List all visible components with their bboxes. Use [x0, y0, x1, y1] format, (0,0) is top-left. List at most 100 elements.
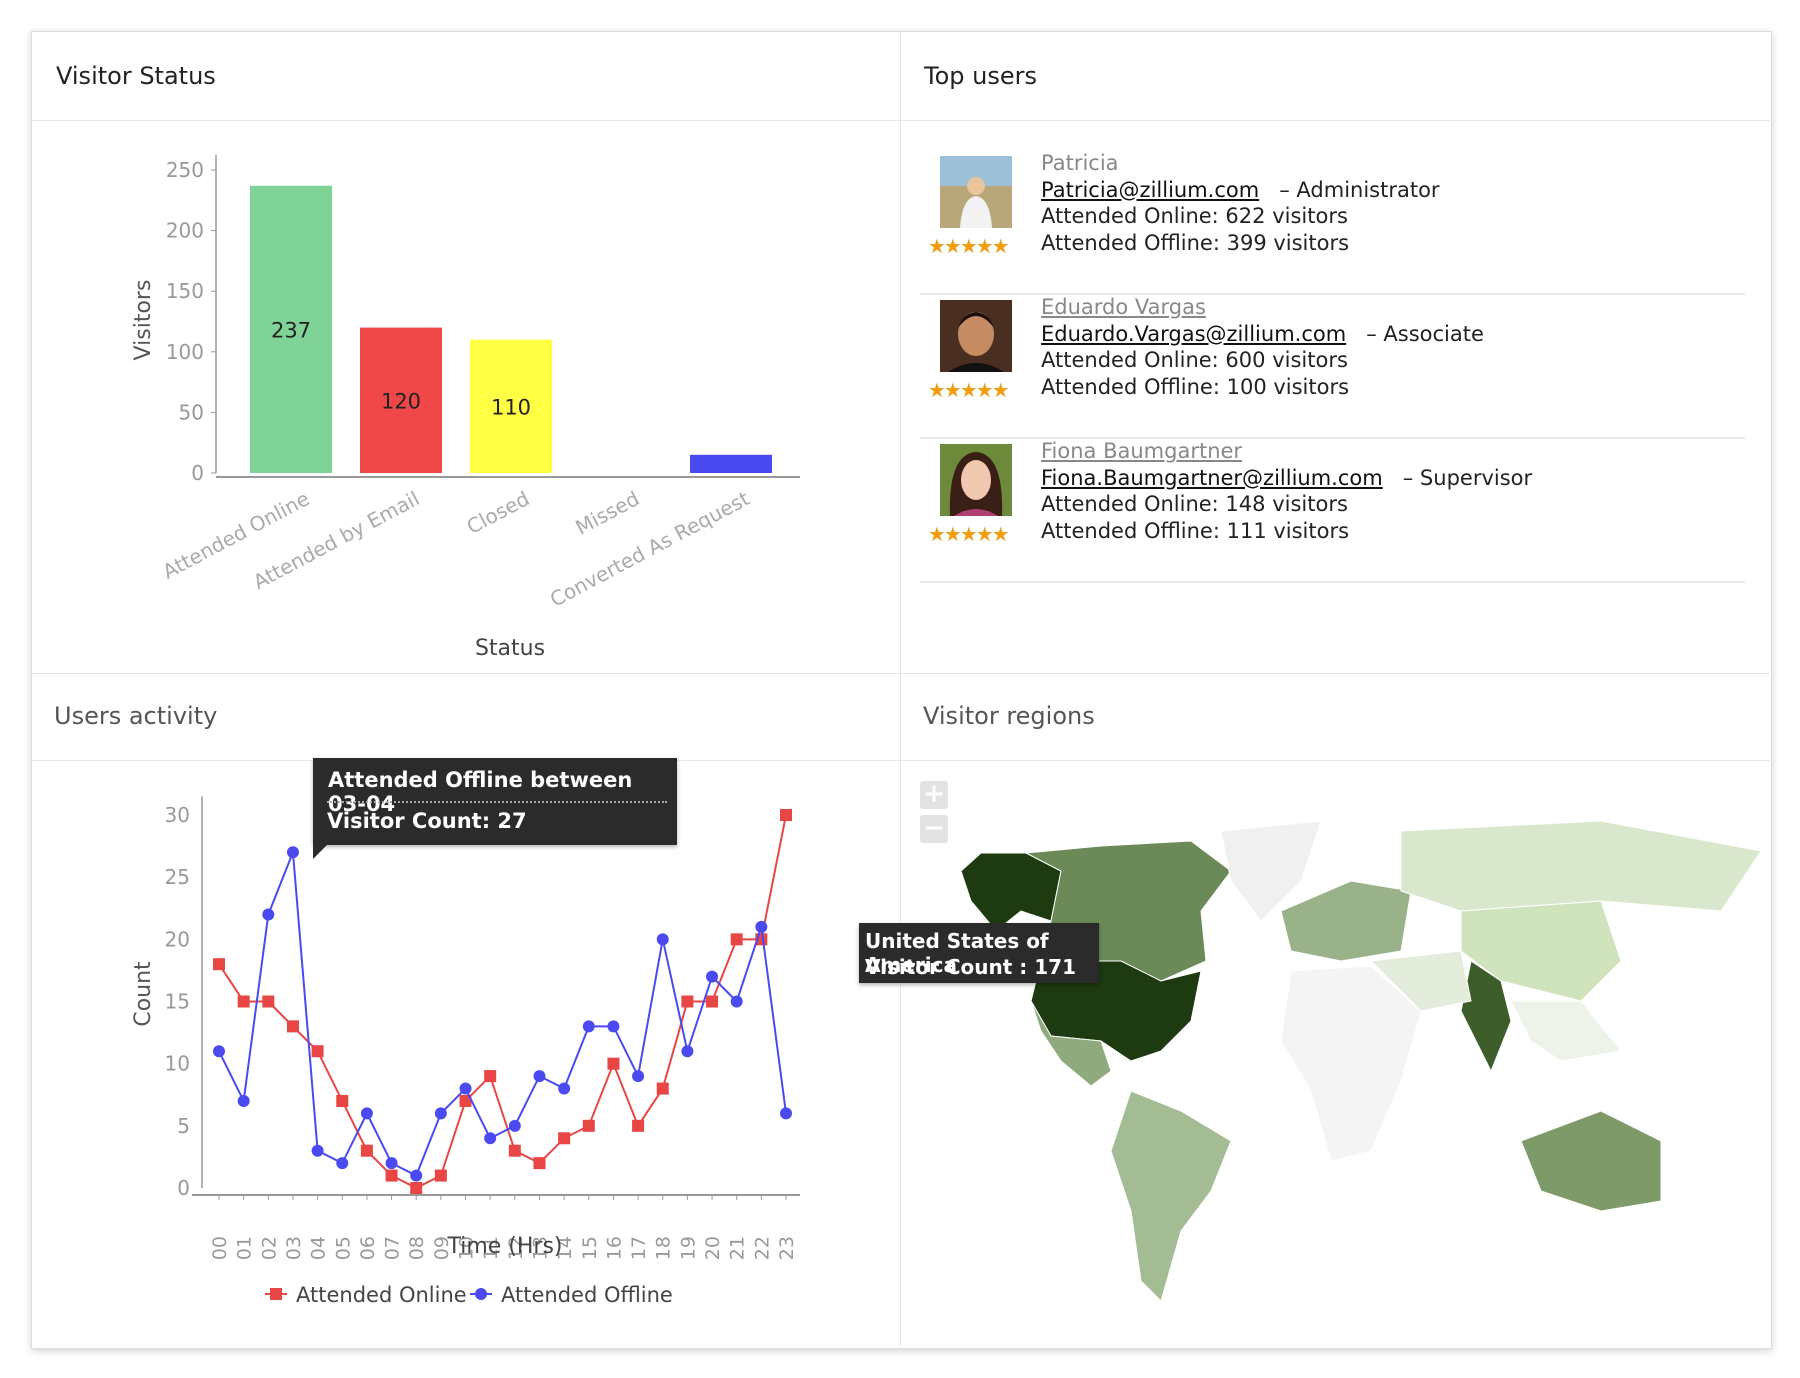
data-point	[730, 995, 743, 1008]
user-avatar[interactable]	[940, 156, 1012, 228]
data-point	[385, 1169, 398, 1182]
attended-offline: Attended Offline: 100 visitors	[1041, 374, 1350, 399]
x-tick-label: 15	[579, 1236, 601, 1260]
legend-marker	[475, 1288, 487, 1300]
map-region-europe	[1280, 880, 1412, 962]
top-user-item: ★★★★★ Patricia Patricia@zillium.com – Ad…	[920, 150, 1745, 295]
x-tick-label: 03	[283, 1236, 305, 1260]
data-point	[632, 1070, 645, 1083]
y-tick-label: 25	[165, 865, 190, 889]
data-point	[681, 995, 694, 1008]
user-name: Patricia	[1041, 151, 1119, 175]
world-map[interactable]	[901, 761, 1769, 1346]
map-region-south-america	[1110, 1090, 1232, 1302]
x-tick-label: 06	[357, 1236, 379, 1260]
data-point	[360, 1144, 373, 1157]
user-email-link[interactable]: Patricia@zillium.com	[1041, 178, 1259, 202]
data-point	[213, 1045, 225, 1058]
data-point	[360, 1107, 373, 1120]
attended-offline: Attended Offline: 399 visitors	[1041, 230, 1350, 255]
map-region-southeast-asia	[1510, 1000, 1622, 1062]
data-point	[262, 995, 275, 1008]
data-point	[311, 1144, 324, 1157]
user-avatar[interactable]	[940, 300, 1012, 372]
data-point	[434, 1107, 447, 1120]
rating-stars: ★★★★★	[928, 522, 1010, 546]
map-region-alaska	[960, 852, 1062, 932]
data-point	[582, 1020, 595, 1033]
y-tick-label: 250	[166, 158, 204, 182]
user-name-link[interactable]: Eduardo Vargas	[1041, 295, 1206, 319]
data-point	[336, 1157, 349, 1170]
bar-value-label: 120	[381, 389, 421, 413]
y-tick-label: 20	[165, 927, 190, 951]
x-tick-label: 07	[382, 1236, 404, 1260]
x-tick-label: 04	[308, 1236, 330, 1260]
x-tick-label: 00	[209, 1236, 231, 1260]
data-point	[681, 1045, 694, 1058]
data-point	[336, 1094, 349, 1107]
user-email-link[interactable]: Fiona.Baumgartner@zillium.com	[1041, 466, 1383, 490]
data-point	[755, 920, 768, 933]
y-tick-label: 50	[179, 400, 204, 424]
y-tick-label: 100	[166, 340, 204, 364]
x-tick-label: 05	[332, 1236, 354, 1260]
data-point	[582, 1119, 595, 1132]
y-tick-label: 30	[165, 803, 190, 827]
map-region-russia	[1400, 820, 1762, 912]
data-point	[434, 1169, 447, 1182]
data-point	[508, 1119, 521, 1132]
data-point	[780, 1107, 792, 1120]
x-axis-title: Time (Hrs)	[446, 1234, 562, 1259]
user-name-link[interactable]: Fiona Baumgartner	[1041, 439, 1242, 463]
tooltip-pointer	[313, 845, 327, 859]
attended-online: Attended Online: 148 visitors	[1041, 492, 1348, 516]
data-point	[286, 1020, 299, 1033]
y-tick-label: 10	[165, 1052, 190, 1076]
x-tick-label: 20	[702, 1236, 724, 1260]
data-point	[558, 1132, 571, 1145]
x-tick-label: 01	[234, 1236, 256, 1260]
y-tick-label: 200	[166, 219, 204, 243]
data-point	[410, 1182, 423, 1194]
x-axis-title: Status	[475, 636, 545, 661]
data-point	[607, 1020, 620, 1033]
series-line-attended-offline	[218, 851, 787, 1177]
attended-offline: Attended Offline: 111 visitors	[1041, 518, 1350, 543]
user-email-link[interactable]: Eduardo.Vargas@zillium.com	[1041, 322, 1346, 346]
user-avatar[interactable]	[940, 444, 1012, 516]
bar-value-label: 237	[271, 318, 311, 342]
panel-title-top-users: Top users	[924, 62, 1037, 90]
data-point	[459, 1082, 472, 1095]
user-role: – Associate	[1366, 321, 1484, 346]
top-user-item: ★★★★★ Fiona Baumgartner Fiona.Baumgartne…	[920, 438, 1745, 583]
x-tick-label: 18	[653, 1236, 675, 1260]
data-point	[237, 1094, 250, 1107]
x-tick-label: 02	[258, 1236, 280, 1260]
y-tick-label: 150	[166, 279, 204, 303]
bar	[690, 454, 772, 473]
y-axis-title: Count	[131, 961, 156, 1027]
x-tick-label: 23	[776, 1236, 798, 1260]
data-point	[286, 846, 299, 859]
data-point	[484, 1132, 497, 1145]
y-tick-label: 5	[177, 1114, 190, 1138]
attended-online: Attended Online: 622 visitors	[1041, 204, 1348, 228]
data-point	[533, 1070, 546, 1083]
rating-stars: ★★★★★	[928, 234, 1010, 258]
tooltip-value: Visitor Count: 27	[327, 809, 527, 833]
data-point	[533, 1157, 546, 1170]
user-role: – Supervisor	[1402, 465, 1533, 490]
x-tick-label: 17	[628, 1236, 650, 1260]
data-point	[237, 995, 250, 1008]
y-tick-label: 15	[165, 990, 190, 1014]
bar-value-label: 110	[491, 395, 531, 419]
x-tick-label: Converted As Request	[546, 486, 754, 612]
x-tick-label: 16	[603, 1236, 625, 1260]
y-tick-label: 0	[191, 461, 204, 485]
y-axis-title: Visitors	[131, 280, 156, 361]
visitor-status-bar-chart: 050100150200250237Attended Online120Atte…	[131, 155, 800, 661]
data-point	[632, 1119, 645, 1132]
chart-tooltip: Attended Offline between 03-04 Visitor C…	[313, 758, 677, 859]
x-tick-label: Closed	[463, 486, 534, 539]
